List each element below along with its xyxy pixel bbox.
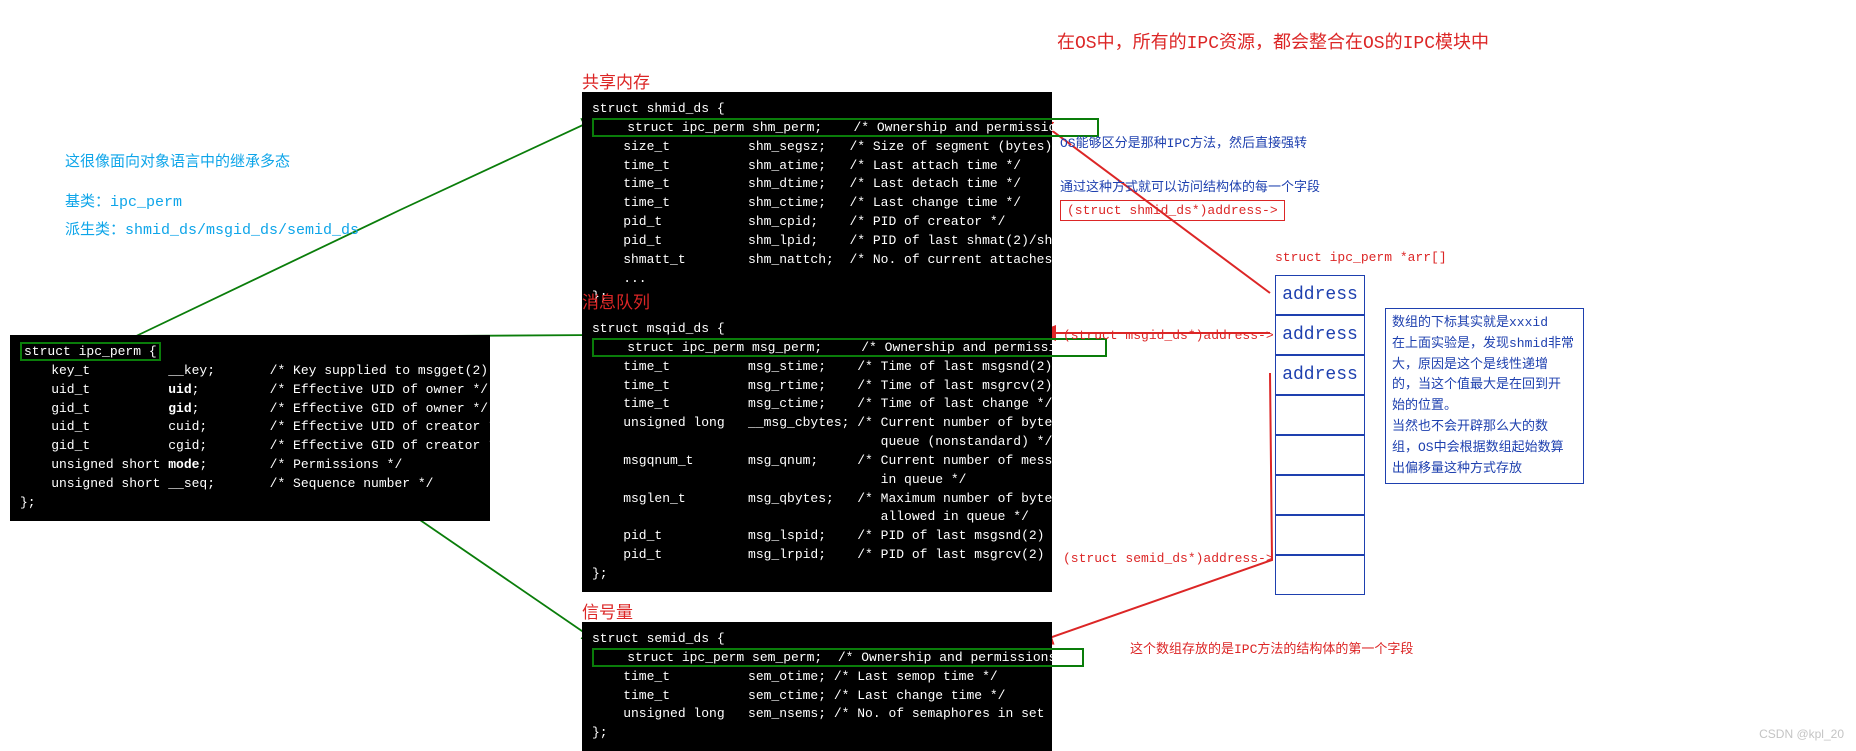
os-note-2: 通过这种方式就可以访问结构体的每一个字段 [1060,176,1320,195]
cast-shm: (struct shmid_ds*)address-> [1060,200,1285,221]
derived-label: 派生类： [65,222,125,239]
cast-msg: (struct msgid_ds*)address-> [1063,328,1274,343]
msg-struct: struct msqid_ds { struct ipc_perm msg_pe… [582,312,1052,592]
msg-first-field: struct ipc_perm msg_perm; /* Ownership a… [592,338,1107,357]
base-label: 基类： [65,194,110,211]
ipc-perm-key: key_t __key; /* Key supplied to msgget(2… [20,363,511,378]
ipc-array: address address address [1275,275,1365,595]
arr-cell-4 [1275,435,1365,475]
arr-cell-2: address [1275,355,1365,395]
shm-decl: struct shmid_ds { [592,101,725,116]
ipc-perm-uid: uid [168,382,191,397]
sem-title: 信号量 [582,598,633,624]
arr-cell-3 [1275,395,1365,435]
ipc-perm-cgid: gid_t cgid; /* Effective GID of creator … [20,438,504,453]
shm-title: 共享内存 [582,68,650,94]
sem-body: time_t sem_otime; /* Last semop time */ … [592,669,1068,741]
cast-sem: (struct semid_ds*)address-> [1063,551,1274,566]
arr-cell-7 [1275,555,1365,595]
ipc-perm-mode-pre: unsigned short [20,457,168,472]
watermark: CSDN @kpl_20 [1759,727,1844,741]
ipc-perm-end: }; [20,495,36,510]
ipc-perm-gid: gid [168,401,191,416]
arr-cell-0: address [1275,275,1365,315]
msg-body: time_t msg_stime; /* Time of last msgsnd… [592,359,1083,581]
ipc-perm-uid-post: ; /* Effective UID of owner */ [192,382,488,397]
shm-first-field: struct ipc_perm shm_perm; /* Ownership a… [592,118,1099,137]
arr-cell-5 [1275,475,1365,515]
sem-decl: struct semid_ds { [592,631,725,646]
inheritance-note-1: 这很像面向对象语言中的继承多态 [65,150,290,171]
inheritance-base: 基类：ipc_perm [65,190,182,211]
msg-title: 消息队列 [582,288,650,314]
page-title: 在OS中，所有的IPC资源，都会整合在OS的IPC模块中 [1057,28,1489,54]
ipc-perm-uid-pre: uid_t [20,382,168,397]
msg-decl: struct msqid_ds { [592,321,725,336]
ipc-perm-mode-post: ; /* Permissions */ [199,457,402,472]
inheritance-derived: 派生类：shmid_ds/msgid_ds/semid_ds [65,218,359,239]
ipc-perm-gid-post: ; /* Effective GID of owner */ [192,401,488,416]
ipc-perm-seq: unsigned short __seq; /* Sequence number… [20,476,433,491]
ipc-perm-gid-pre: gid_t [20,401,168,416]
ipc-perm-struct: struct ipc_perm { key_t __key; /* Key su… [10,335,490,521]
shm-struct: struct shmid_ds { struct ipc_perm shm_pe… [582,92,1052,315]
base-value: ipc_perm [110,194,182,211]
array-bottom-note: 这个数组存放的是IPC方法的结构体的第一个字段 [1130,638,1413,657]
derived-value: shmid_ds/msgid_ds/semid_ds [125,222,359,239]
ipc-perm-mode: mode [168,457,199,472]
shm-body: size_t shm_segsz; /* Size of segment (by… [592,139,1123,305]
array-note-box: 数组的下标其实就是xxxid 在上面实验是，发现shmid非常 大，原因是这个是… [1385,308,1584,484]
os-note-1: OS能够区分是那种IPC方法，然后直接强转 [1060,132,1307,151]
ipc-perm-decl: struct ipc_perm { [20,342,161,361]
arr-decl: struct ipc_perm *arr[] [1275,250,1447,265]
sem-struct: struct semid_ds { struct ipc_perm sem_pe… [582,622,1052,751]
arr-cell-1: address [1275,315,1365,355]
ipc-perm-cuid: uid_t cuid; /* Effective UID of creator … [20,419,504,434]
sem-first-field: struct ipc_perm sem_perm; /* Ownership a… [592,648,1084,667]
arr-cell-6 [1275,515,1365,555]
